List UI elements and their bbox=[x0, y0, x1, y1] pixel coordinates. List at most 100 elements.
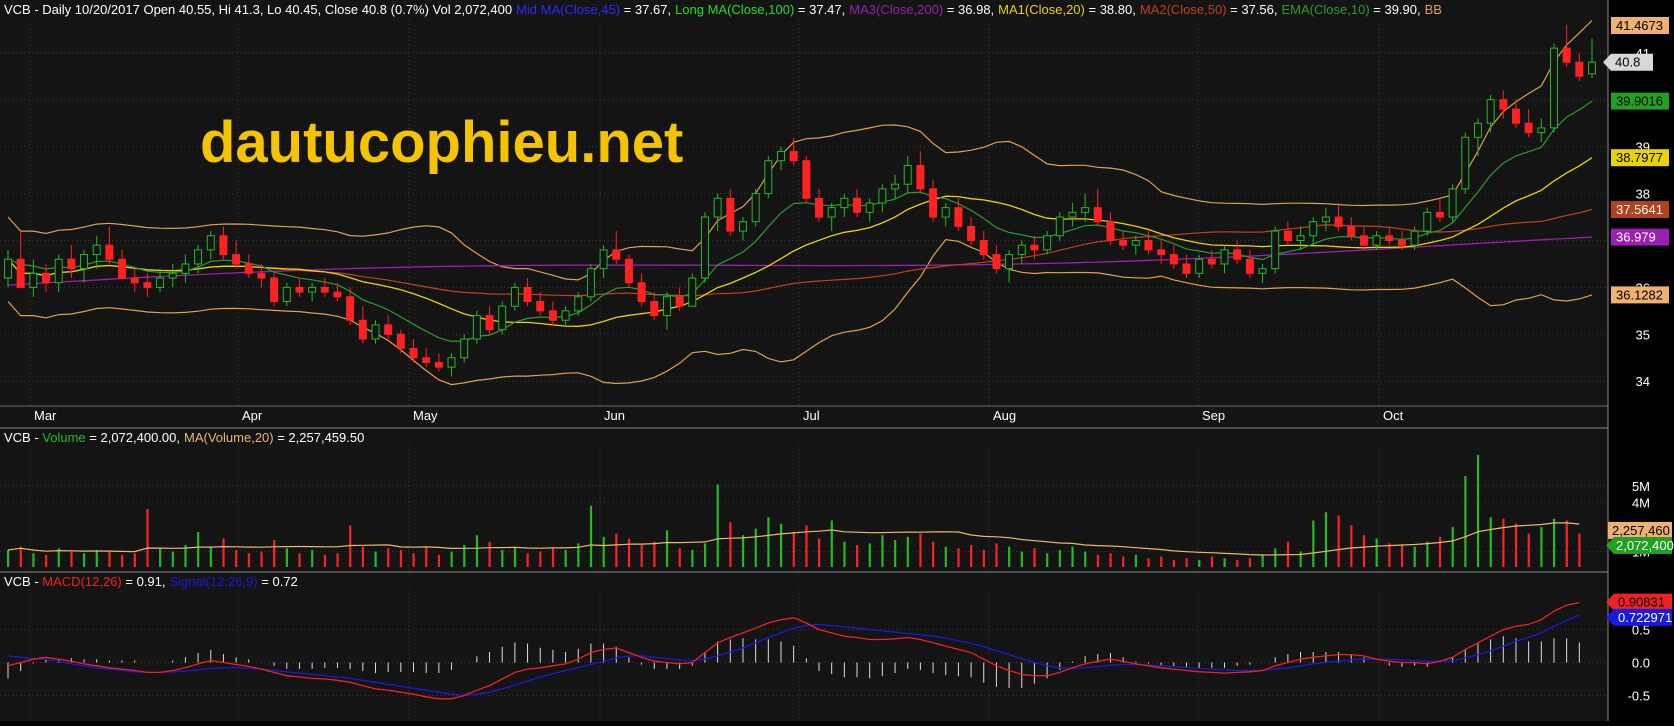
watermark: dautucophieu.net bbox=[200, 110, 683, 175]
volume-bar bbox=[513, 546, 517, 567]
candle-body bbox=[434, 361, 443, 368]
volume-bar bbox=[1058, 549, 1061, 567]
candle bbox=[751, 188, 760, 227]
candle-body bbox=[815, 197, 823, 218]
volume-bar bbox=[627, 538, 631, 567]
price-panel-bg bbox=[0, 0, 1608, 428]
macd-header-signal-value: = 0.72 bbox=[258, 574, 298, 589]
svg-text:40.8: 40.8 bbox=[1615, 55, 1640, 70]
volume-bar bbox=[995, 543, 998, 567]
candle-body bbox=[1321, 216, 1330, 223]
svg-text:37.5641: 37.5641 bbox=[1616, 202, 1663, 217]
volume-bar bbox=[374, 551, 377, 567]
volume-bar bbox=[881, 535, 884, 567]
volume-bar bbox=[1540, 527, 1543, 567]
chart-canvas: dautucophieu.net VCB - Daily 10/20/2017 … bbox=[0, 0, 1674, 721]
candle-body bbox=[878, 188, 887, 204]
tag-bb-lower: 36.1282 bbox=[1611, 286, 1669, 304]
candle-body bbox=[954, 207, 963, 227]
header-ma3-label: MA3(Close,200) bbox=[849, 2, 943, 17]
candle-body bbox=[1106, 221, 1115, 241]
candle bbox=[802, 156, 811, 203]
volume-bar bbox=[425, 546, 428, 567]
header-ma3-value: = 36.98, bbox=[943, 2, 994, 17]
header-bb-label: BB bbox=[1425, 2, 1442, 17]
candle-body bbox=[181, 263, 190, 274]
candle-body bbox=[1537, 127, 1546, 134]
candle bbox=[1271, 226, 1280, 274]
candle-body bbox=[219, 235, 228, 256]
volume-bar bbox=[1172, 559, 1176, 567]
volume-bar bbox=[412, 553, 415, 567]
volume-bar bbox=[1261, 554, 1264, 567]
volume-bar bbox=[615, 533, 618, 567]
macd-header: VCB - MACD(12,26) = 0.91, Signal(12,26,9)… bbox=[4, 574, 298, 589]
volume-bar bbox=[957, 548, 960, 567]
volume-bar bbox=[437, 554, 441, 567]
stock-chart[interactable]: dautucophieu.net VCB - Daily 10/20/2017 … bbox=[0, 0, 1674, 721]
candle-body bbox=[308, 286, 317, 293]
candle-body bbox=[1448, 188, 1457, 218]
candle-body bbox=[1296, 235, 1305, 241]
volume-header-sep: - bbox=[31, 430, 43, 445]
volume-bar bbox=[729, 522, 732, 567]
svg-text:39.9016: 39.9016 bbox=[1616, 94, 1663, 109]
svg-text:0.90831: 0.90831 bbox=[1618, 595, 1665, 610]
volume-bar bbox=[260, 551, 263, 567]
header-ticker: VCB bbox=[4, 2, 31, 17]
volume-bar bbox=[19, 546, 22, 567]
candle-body bbox=[244, 263, 253, 274]
svg-text:0.722971: 0.722971 bbox=[1618, 610, 1672, 625]
volume-bar bbox=[640, 545, 643, 567]
svg-text:2,257,460: 2,257,460 bbox=[1612, 523, 1670, 538]
candle-body bbox=[1271, 230, 1280, 270]
candle bbox=[1423, 207, 1432, 236]
volume-bar bbox=[197, 531, 200, 567]
candle-body bbox=[1575, 61, 1584, 77]
volume-bar bbox=[970, 545, 973, 567]
candle-body bbox=[853, 197, 862, 213]
volume-bar bbox=[779, 523, 783, 567]
volume-bar bbox=[830, 520, 833, 567]
candle-body bbox=[700, 216, 709, 279]
candle-body bbox=[1588, 61, 1596, 75]
candle-body bbox=[485, 315, 494, 331]
candle bbox=[1549, 43, 1558, 133]
candle-body bbox=[777, 150, 785, 162]
candle-body bbox=[29, 272, 38, 288]
candle-body bbox=[675, 296, 684, 307]
volume-tags: 2,257,460 2,072,400 bbox=[1606, 521, 1674, 555]
volume-bar bbox=[1413, 546, 1416, 567]
candle-body bbox=[422, 357, 431, 363]
volume-bar bbox=[399, 549, 403, 567]
volume-bar bbox=[1388, 543, 1391, 567]
candle-body bbox=[916, 164, 925, 190]
candle-body bbox=[118, 258, 127, 279]
macd-header-signal-label: Signal(12,26,9) bbox=[170, 574, 258, 589]
candle-body bbox=[1119, 239, 1128, 246]
candle-body bbox=[80, 254, 89, 270]
volume-bar bbox=[298, 553, 301, 567]
macd-header-ticker: VCB bbox=[4, 574, 31, 589]
candle-body bbox=[1473, 122, 1482, 138]
candle-body bbox=[1131, 239, 1140, 246]
volume-bar bbox=[1514, 523, 1518, 567]
volume-bar bbox=[475, 535, 479, 567]
header-ema-value: = 39.90, bbox=[1370, 2, 1421, 17]
candle-body bbox=[54, 258, 63, 284]
macd-header-sep: - bbox=[31, 574, 43, 589]
volume-bar bbox=[1400, 545, 1404, 567]
header-ma1-value: = 38.80, bbox=[1085, 2, 1136, 17]
candle-body bbox=[320, 286, 329, 293]
volume-bar bbox=[1096, 554, 1099, 567]
candle-body bbox=[42, 272, 51, 284]
candle-body bbox=[1334, 216, 1343, 227]
candle-body bbox=[713, 197, 722, 218]
header-ma2-label: MA2(Close,50) bbox=[1140, 2, 1227, 17]
volume-bar bbox=[982, 549, 985, 567]
volume-bar bbox=[1565, 520, 1568, 567]
volume-bar bbox=[146, 508, 149, 567]
volume-bar bbox=[159, 548, 162, 567]
tag-volume-ma: 2,257,460 bbox=[1608, 521, 1672, 539]
volume-bar bbox=[323, 554, 326, 567]
